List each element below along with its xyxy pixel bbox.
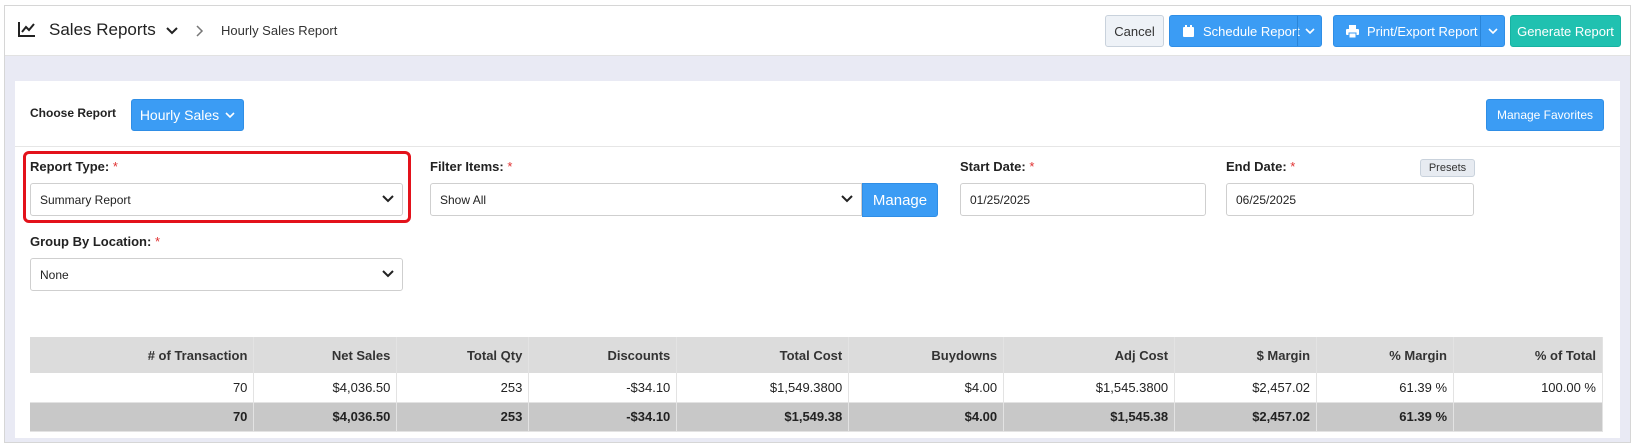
report-type-select[interactable]: Summary Report	[30, 183, 403, 216]
start-date-label: Start Date: *	[960, 159, 1035, 174]
printer-icon	[1346, 24, 1359, 38]
totals-cell: $2,457.02	[1174, 402, 1318, 432]
column-header[interactable]: Adj Cost	[1003, 337, 1176, 373]
chevron-down-icon[interactable]	[165, 26, 179, 36]
end-date-label: End Date: *	[1226, 159, 1296, 174]
totals-cell: 61.39 %	[1316, 402, 1454, 432]
required-marker: *	[507, 159, 513, 174]
totals-cell: -$34.10	[528, 402, 678, 432]
start-date-input[interactable]: 01/25/2025	[960, 183, 1206, 216]
chevron-down-icon	[225, 111, 235, 118]
breadcrumb: Hourly Sales Report	[221, 23, 338, 38]
totals-cell: $4.00	[848, 402, 1005, 432]
group-by-location-label: Group By Location: *	[30, 234, 161, 249]
table-cell: -$34.10	[528, 373, 678, 403]
line-chart-icon	[18, 22, 35, 37]
table-cell: 61.39 %	[1316, 373, 1454, 403]
required-marker: *	[154, 234, 161, 249]
group-by-location-select[interactable]: None	[30, 258, 403, 291]
chevron-down-icon	[1304, 27, 1315, 34]
cancel-button[interactable]: Cancel	[1105, 15, 1164, 47]
table-cell: $1,545.3800	[1003, 373, 1176, 403]
generate-report-button[interactable]: Generate Report	[1510, 15, 1621, 47]
column-header[interactable]: Total Qty	[396, 337, 530, 373]
required-marker: *	[112, 159, 118, 174]
table-cell: $2,457.02	[1174, 373, 1318, 403]
column-header[interactable]: $ Margin	[1174, 337, 1318, 373]
required-marker: *	[1029, 159, 1035, 174]
report-summary-table: # of Transaction Net Sales Total Qty Dis…	[30, 337, 1603, 432]
table-cell: $4.00	[848, 373, 1005, 403]
report-type-label: Report Type: *	[30, 159, 118, 174]
chevron-down-icon	[382, 195, 394, 203]
column-header[interactable]: Net Sales	[253, 337, 398, 373]
totals-cell: $1,545.38	[1003, 402, 1176, 432]
column-header[interactable]: Buydowns	[848, 337, 1005, 373]
chevron-down-icon	[841, 195, 853, 203]
totals-cell: $4,036.50	[253, 402, 398, 432]
table-cell: $1,549.3800	[676, 373, 850, 403]
totals-cell: 70	[30, 402, 255, 432]
choose-report-label: Choose Report	[30, 106, 117, 120]
top-bar: Sales Reports Hourly Sales Report Cancel…	[5, 6, 1630, 56]
table-row: 70 $4,036.50 253 -$34.10 $1,549.3800 $4.…	[30, 373, 1603, 403]
filter-items-label: Filter Items: *	[430, 159, 513, 174]
required-marker: *	[1290, 159, 1296, 174]
choose-report-value: Hourly Sales	[139, 107, 220, 123]
choose-report-dropdown[interactable]: Hourly Sales	[131, 99, 244, 131]
table-totals-row: 70 $4,036.50 253 -$34.10 $1,549.38 $4.00…	[30, 402, 1603, 432]
presets-button[interactable]: Presets	[1420, 159, 1475, 177]
column-header[interactable]: Total Cost	[676, 337, 850, 373]
table-cell: 100.00 %	[1453, 373, 1603, 403]
totals-cell	[1453, 402, 1603, 432]
schedule-dropdown-toggle[interactable]	[1297, 16, 1321, 46]
filter-items-select[interactable]: Show All	[430, 183, 862, 216]
column-header[interactable]: % Margin	[1316, 337, 1454, 373]
table-cell: $4,036.50	[253, 373, 398, 403]
table-cell: 70	[30, 373, 255, 403]
totals-cell: $1,549.38	[676, 402, 850, 432]
panel-divider	[15, 146, 1620, 147]
print-export-label: Print/Export Report	[1367, 23, 1478, 39]
table-cell: 253	[396, 373, 530, 403]
chevron-down-icon	[382, 270, 394, 278]
schedule-report-button[interactable]: Schedule Report	[1169, 15, 1322, 47]
chevron-right-icon	[196, 25, 204, 37]
table-header-row: # of Transaction Net Sales Total Qty Dis…	[30, 337, 1603, 373]
calendar-icon	[1183, 24, 1194, 37]
end-date-input[interactable]: 06/25/2025	[1226, 183, 1474, 216]
totals-cell: 253	[396, 402, 530, 432]
manage-filter-button[interactable]: Manage	[862, 183, 938, 217]
column-header[interactable]: % of Total	[1453, 337, 1603, 373]
print-export-dropdown-toggle[interactable]	[1480, 16, 1504, 46]
column-header[interactable]: # of Transaction	[30, 337, 255, 373]
manage-favorites-button[interactable]: Manage Favorites	[1486, 99, 1604, 131]
app-title[interactable]: Sales Reports	[49, 20, 156, 40]
schedule-report-label: Schedule Report	[1203, 23, 1300, 39]
column-header[interactable]: Discounts	[528, 337, 678, 373]
print-export-button[interactable]: Print/Export Report	[1333, 15, 1505, 47]
chevron-down-icon	[1487, 27, 1498, 34]
